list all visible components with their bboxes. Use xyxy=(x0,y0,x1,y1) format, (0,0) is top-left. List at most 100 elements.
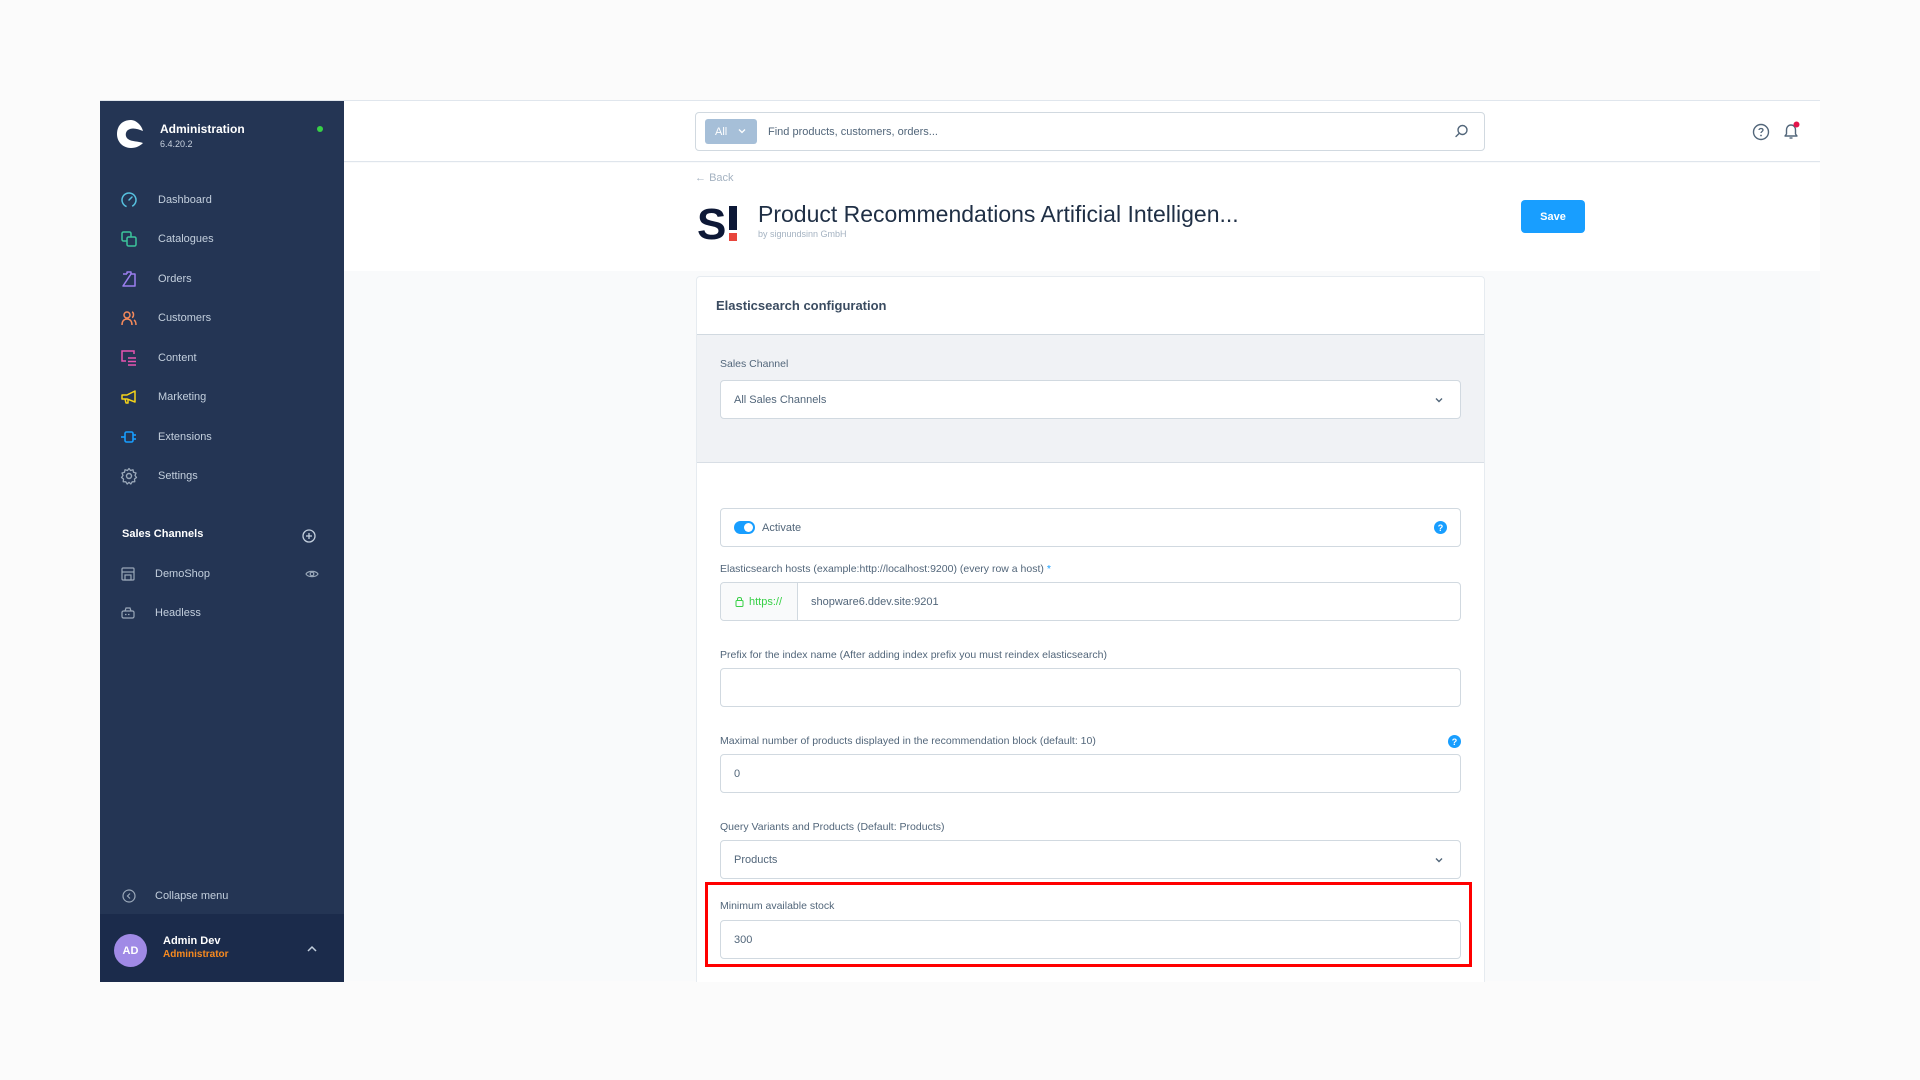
page-subtitle: by signundsinn GmbH xyxy=(758,229,847,239)
sidebar-item-orders[interactable]: Orders xyxy=(100,259,344,299)
save-button[interactable]: Save xyxy=(1521,200,1585,233)
sidebar-item-settings[interactable]: Settings xyxy=(100,457,344,497)
url-prefix-text: https:// xyxy=(749,595,783,608)
back-label: Back xyxy=(709,172,734,184)
orders-icon xyxy=(122,271,136,287)
hosts-field[interactable]: https:// xyxy=(720,582,1461,621)
url-prefix: https:// xyxy=(721,583,798,620)
sidebar-item-label: Customers xyxy=(158,312,212,325)
sales-channel-headless[interactable]: Headless xyxy=(100,598,344,628)
max-products-field[interactable] xyxy=(720,754,1461,793)
sales-channel-value: All Sales Channels xyxy=(734,393,827,406)
global-search: All xyxy=(695,112,1485,151)
sidebar-header: Administration 6.4.20.2 xyxy=(100,101,344,171)
chevron-up-icon[interactable] xyxy=(306,944,318,954)
sidebar: Administration 6.4.20.2 Dashboard Catalo… xyxy=(100,101,344,982)
elasticsearch-config-card: Elasticsearch configuration Sales Channe… xyxy=(696,276,1485,982)
sidebar-item-content[interactable]: Content xyxy=(100,338,344,378)
help-tooltip-icon[interactable]: ? xyxy=(1434,521,1447,534)
marketing-icon xyxy=(121,390,136,404)
chevron-down-icon xyxy=(1435,398,1443,403)
sidebar-item-label: Settings xyxy=(158,470,198,483)
notification-bell-icon[interactable] xyxy=(1781,121,1801,141)
chevron-down-icon xyxy=(1435,858,1443,863)
query-variants-label: Query Variants and Products (Default: Pr… xyxy=(720,821,945,833)
sidebar-item-label: Content xyxy=(158,351,197,364)
user-menu[interactable]: AD Admin Dev Administrator xyxy=(100,914,344,982)
chevron-left-circle-icon xyxy=(122,889,136,903)
plugin-logo: S xyxy=(697,203,737,243)
hosts-input[interactable] xyxy=(811,583,1460,620)
headless-icon xyxy=(121,607,135,619)
avatar: AD xyxy=(114,934,147,967)
hosts-label: Elasticsearch hosts (example:http://loca… xyxy=(720,563,1051,575)
index-prefix-field[interactable] xyxy=(720,668,1461,707)
index-prefix-label: Prefix for the index name (After adding … xyxy=(720,649,1107,661)
user-role: Administrator xyxy=(163,949,229,960)
sidebar-item-extensions[interactable]: Extensions xyxy=(100,417,344,457)
lock-icon xyxy=(735,597,744,607)
sales-channel-label: DemoShop xyxy=(155,568,211,580)
activate-label: Activate xyxy=(762,521,802,534)
required-mark: * xyxy=(1046,563,1051,575)
sidebar-item-catalogues[interactable]: Catalogues xyxy=(100,220,344,260)
shopware-logo-icon xyxy=(117,120,143,148)
min-stock-field[interactable] xyxy=(720,920,1461,959)
query-variants-select[interactable]: Products xyxy=(720,840,1461,879)
query-variants-value: Products xyxy=(734,853,778,866)
app-version: 6.4.20.2 xyxy=(160,139,193,149)
content-icon xyxy=(121,350,136,366)
sales-channel-select[interactable]: All Sales Channels xyxy=(720,380,1461,419)
sidebar-item-label: Orders xyxy=(158,272,192,285)
sidebar-item-dashboard[interactable]: Dashboard xyxy=(100,180,344,220)
min-stock-input[interactable] xyxy=(734,921,1460,958)
sidebar-item-label: Dashboard xyxy=(158,193,212,206)
page-header: ← Back S Product Recommendations Artific… xyxy=(344,163,1820,271)
sales-channel-section: Sales Channel All Sales Channels xyxy=(697,335,1484,463)
extensions-icon xyxy=(121,430,136,443)
svg-text:S: S xyxy=(697,203,726,243)
main-nav: Dashboard Catalogues Orders Customers Co… xyxy=(100,180,344,496)
settings-icon xyxy=(120,468,138,485)
arrow-left-icon: ← xyxy=(695,172,710,184)
user-name: Admin Dev xyxy=(163,935,221,947)
search-type-label: All xyxy=(715,125,728,138)
sales-channel-label: Sales Channel xyxy=(720,358,789,370)
app-title: Administration xyxy=(160,122,245,136)
eye-icon[interactable] xyxy=(305,567,319,581)
sidebar-item-customers[interactable]: Customers xyxy=(100,299,344,339)
collapse-menu-label: Collapse menu xyxy=(155,890,229,902)
sales-channel-demoshop[interactable]: DemoShop xyxy=(100,559,344,589)
add-sales-channel-icon[interactable] xyxy=(302,529,316,543)
sales-channel-label: Headless xyxy=(155,607,201,619)
collapse-menu-button[interactable]: Collapse menu xyxy=(100,876,344,916)
sidebar-item-label: Extensions xyxy=(158,430,212,443)
status-indicator xyxy=(317,126,323,132)
help-tooltip-icon[interactable]: ? xyxy=(1448,735,1461,748)
dashboard-icon xyxy=(121,192,137,208)
search-icon[interactable] xyxy=(1454,124,1469,139)
sales-channels-heading: Sales Channels xyxy=(122,528,204,540)
help-icon[interactable] xyxy=(1752,123,1770,141)
search-input[interactable] xyxy=(768,113,1448,150)
index-prefix-input[interactable] xyxy=(734,669,1460,706)
hosts-label-text: Elasticsearch hosts (example:http://loca… xyxy=(720,563,1044,575)
min-stock-label: Minimum available stock xyxy=(720,900,835,912)
activate-field: Activate ? xyxy=(720,508,1461,547)
storefront-icon xyxy=(121,567,135,581)
chevron-down-icon xyxy=(738,129,746,134)
activate-toggle[interactable] xyxy=(734,521,755,534)
max-products-label: Maximal number of products displayed in … xyxy=(720,735,1096,747)
top-bar: All xyxy=(344,101,1820,162)
search-type-dropdown[interactable]: All xyxy=(705,119,757,144)
back-link[interactable]: ← Back xyxy=(695,172,734,184)
sidebar-item-marketing[interactable]: Marketing xyxy=(100,378,344,418)
card-title: Elasticsearch configuration xyxy=(697,277,1484,335)
customers-icon xyxy=(121,311,137,326)
catalogues-icon xyxy=(121,231,137,247)
sidebar-item-label: Catalogues xyxy=(158,233,214,246)
sidebar-item-label: Marketing xyxy=(158,391,207,404)
page-title: Product Recommendations Artificial Intel… xyxy=(758,201,1239,227)
app-window: Administration 6.4.20.2 Dashboard Catalo… xyxy=(100,100,1820,982)
max-products-input[interactable] xyxy=(734,755,1460,792)
